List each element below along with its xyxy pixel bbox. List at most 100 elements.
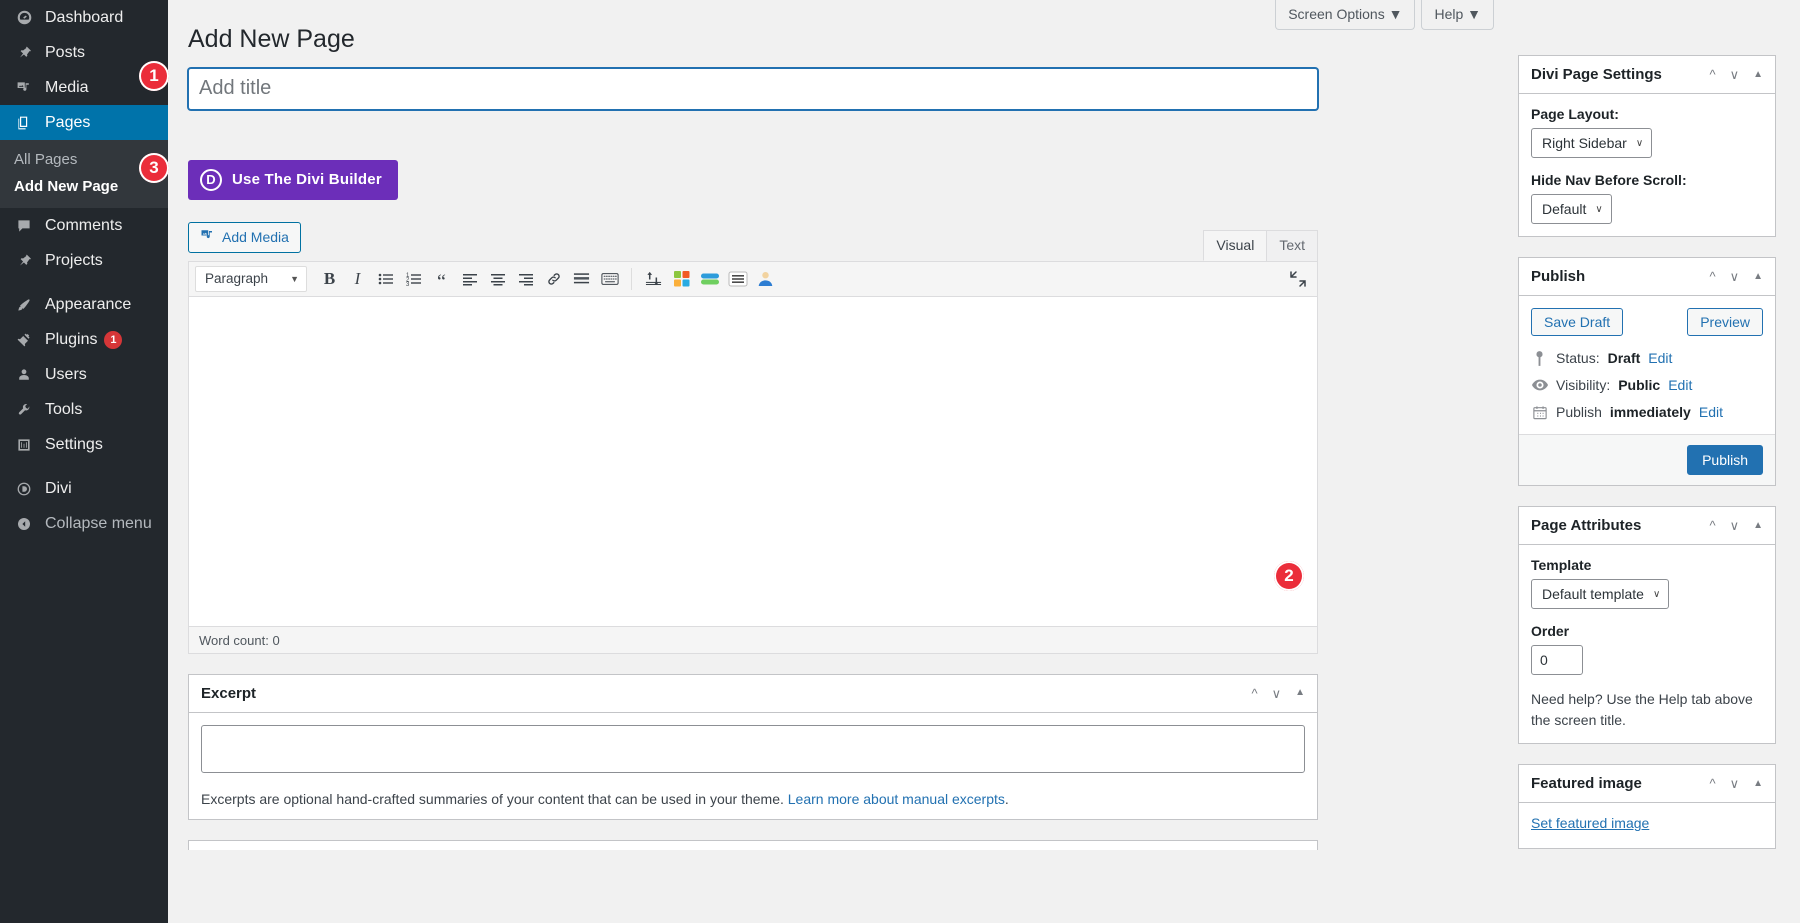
lines-icon[interactable] — [724, 265, 751, 293]
sort-icon[interactable] — [640, 265, 667, 293]
tab-visual[interactable]: Visual — [1203, 229, 1268, 261]
step-badge-2: 2 — [1274, 561, 1304, 591]
preview-button[interactable]: Preview — [1687, 308, 1763, 336]
sidebar-item-projects[interactable]: Projects — [0, 243, 168, 278]
visibility-row: Visibility: Public Edit — [1531, 377, 1763, 393]
bulleted-list-icon[interactable] — [372, 265, 399, 293]
page-layout-value: Right Sidebar — [1542, 135, 1627, 151]
editor-toolbar: Paragraph ▼ B I 123 “ — [188, 260, 1318, 297]
sidebar-item-comments[interactable]: Comments — [0, 208, 168, 243]
format-select[interactable]: Paragraph ▼ — [195, 265, 307, 292]
sidebar-item-dashboard[interactable]: Dashboard — [0, 0, 168, 35]
move-down-icon[interactable]: ∨ — [1272, 687, 1282, 700]
help-button[interactable]: Help ▼ — [1421, 0, 1494, 30]
panel-controls: ^ ∨ ▲ — [1709, 519, 1763, 532]
sidebar-item-users[interactable]: Users — [0, 357, 168, 392]
color-blocks-icon[interactable] — [668, 265, 695, 293]
page-attributes-title: Page Attributes — [1531, 517, 1642, 534]
sidebar-item-settings[interactable]: Settings — [0, 427, 168, 462]
sidebar-item-label: Users — [45, 365, 87, 383]
layers-icon[interactable] — [696, 265, 723, 293]
step-badge-1: 1 — [139, 61, 169, 91]
content-editor: Visual Text Paragraph ▼ B I 123 “ Word c… — [188, 229, 1318, 654]
blockquote-icon[interactable]: “ — [428, 265, 455, 293]
sidebar-item-appearance[interactable]: Appearance — [0, 287, 168, 322]
move-up-icon[interactable]: ^ — [1709, 519, 1715, 532]
keyboard-shortcuts-icon[interactable] — [596, 265, 623, 293]
sidebar-divider — [0, 462, 168, 471]
featured-image-panel: Featured image ^ ∨ ▲ Set featured image — [1518, 764, 1776, 849]
move-up-icon[interactable]: ^ — [1709, 270, 1715, 283]
sidebar-item-label: Projects — [45, 251, 103, 269]
format-select-value: Paragraph — [205, 271, 269, 286]
sidebar-item-divi[interactable]: Divi — [0, 471, 168, 506]
move-down-icon[interactable]: ∨ — [1730, 519, 1740, 532]
save-draft-button[interactable]: Save Draft — [1531, 308, 1624, 336]
move-down-icon[interactable]: ∨ — [1730, 68, 1740, 81]
bold-icon[interactable]: B — [316, 265, 343, 293]
hide-nav-value: Default — [1542, 201, 1587, 217]
move-down-icon[interactable]: ∨ — [1730, 270, 1740, 283]
chevron-down-icon: ▼ — [290, 273, 299, 284]
toggle-panel-icon[interactable]: ▲ — [1753, 778, 1763, 789]
excerpt-help-suffix: . — [1004, 790, 1009, 807]
divi-page-settings-panel: Divi Page Settings ^ ∨ ▲ Page Layout: Ri… — [1518, 55, 1776, 237]
move-up-icon[interactable]: ^ — [1251, 687, 1257, 700]
link-icon[interactable] — [540, 265, 567, 293]
fullscreen-icon[interactable] — [1289, 270, 1307, 292]
toggle-panel-icon[interactable]: ▲ — [1753, 69, 1763, 80]
sidebar-item-tools[interactable]: Tools — [0, 392, 168, 427]
sidebar-item-pages[interactable]: Pages — [0, 105, 176, 140]
title-input[interactable] — [188, 67, 1318, 110]
edit-visibility-link[interactable]: Edit — [1668, 377, 1692, 393]
divi-icon — [14, 479, 34, 499]
featured-image-title: Featured image — [1531, 775, 1642, 792]
align-center-icon[interactable] — [484, 265, 511, 293]
read-more-icon[interactable] — [568, 265, 595, 293]
divi-logo-icon: D — [200, 168, 222, 191]
move-down-icon[interactable]: ∨ — [1730, 777, 1740, 790]
word-count-status: Word count: 0 — [188, 626, 1318, 654]
page-attributes-help: Need help? Use the Help tab above the sc… — [1531, 691, 1753, 728]
collapse-icon — [14, 514, 34, 534]
manual-excerpts-link[interactable]: Learn more about manual excerpts — [788, 791, 1005, 807]
align-left-icon[interactable] — [456, 265, 483, 293]
move-up-icon[interactable]: ^ — [1709, 777, 1715, 790]
publish-button[interactable]: Publish — [1687, 445, 1763, 475]
italic-icon[interactable]: I — [344, 265, 371, 293]
numbered-list-icon[interactable]: 123 — [400, 265, 427, 293]
excerpt-textarea[interactable] — [201, 724, 1305, 773]
page-layout-label: Page Layout: — [1531, 106, 1619, 122]
hide-nav-select[interactable]: Default ∨ — [1531, 194, 1612, 224]
screen-options-button[interactable]: Screen Options ▼ — [1275, 0, 1416, 30]
set-featured-image-link[interactable]: Set featured image — [1531, 815, 1649, 831]
title-row — [188, 67, 1494, 110]
edit-status-link[interactable]: Edit — [1648, 350, 1672, 366]
sidebar-item-plugins[interactable]: Plugins 1 — [0, 322, 168, 357]
divi-builder-button[interactable]: D Use The Divi Builder — [188, 159, 398, 200]
move-up-icon[interactable]: ^ — [1709, 68, 1715, 81]
comments-icon — [14, 216, 34, 236]
eye-icon — [1531, 379, 1548, 391]
wordpress-admin-screen: Dashboard Posts Media Pages All Pages Ad… — [0, 0, 1800, 923]
edit-publish-time-link[interactable]: Edit — [1699, 404, 1723, 420]
toggle-panel-icon[interactable]: ▲ — [1295, 688, 1305, 698]
page-layout-select[interactable]: Right Sidebar ∨ — [1531, 128, 1653, 158]
avatar-icon[interactable] — [752, 265, 779, 293]
step-badge-3: 3 — [139, 153, 169, 183]
editor-content-area[interactable] — [188, 296, 1318, 627]
publish-actions-row: Save Draft Preview — [1531, 308, 1763, 336]
status-value: Draft — [1607, 350, 1641, 366]
order-input[interactable] — [1531, 645, 1583, 675]
sidebar-divider — [0, 278, 168, 287]
media-icon — [200, 228, 215, 246]
status-label: Status: — [1556, 350, 1600, 366]
toggle-panel-icon[interactable]: ▲ — [1753, 271, 1763, 282]
tab-text[interactable]: Text — [1266, 229, 1318, 261]
sidebar-item-collapse-menu[interactable]: Collapse menu — [0, 506, 168, 541]
align-right-icon[interactable] — [512, 265, 539, 293]
divi-page-settings-body: Page Layout: Right Sidebar ∨ Hide Nav Be… — [1519, 94, 1775, 236]
toggle-panel-icon[interactable]: ▲ — [1753, 520, 1763, 531]
add-media-button[interactable]: Add Media — [188, 221, 301, 253]
template-select[interactable]: Default template ∨ — [1531, 579, 1670, 609]
